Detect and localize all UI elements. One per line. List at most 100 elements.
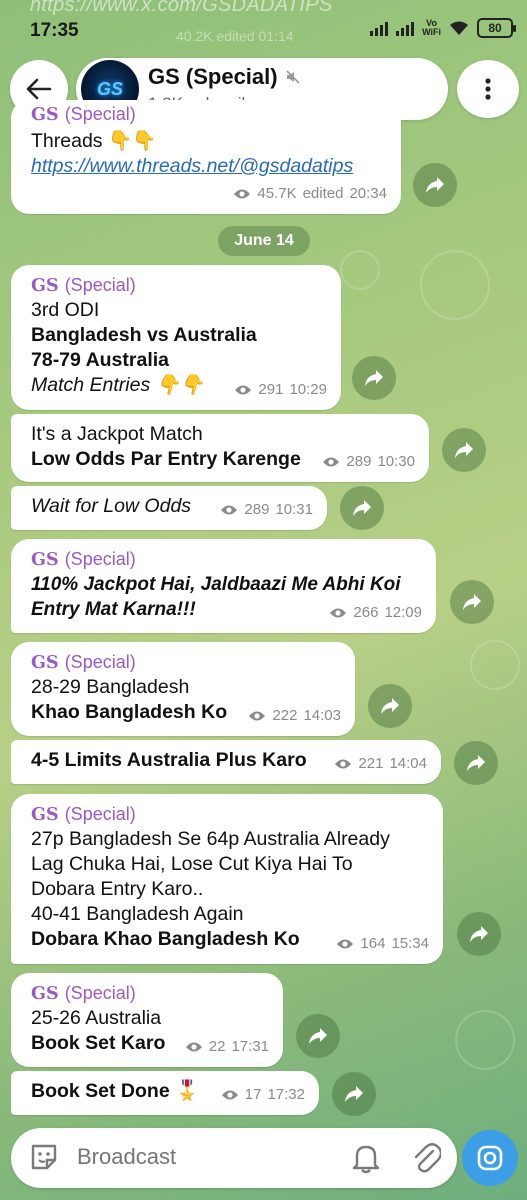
message-text: 25-26 Australia [31,1007,162,1029]
message-sender: GS (Special) [31,549,136,570]
message-time: 15:34 [391,935,429,952]
message-text: Dobara Entry Karo.. [31,878,204,900]
scrolled-link-preview: https://www.x.com/GSDADATIPS [30,0,333,16]
message-meta: 222 14:03 [248,703,341,728]
message-bubble[interactable]: Book Set Done 🎖️ 17 17:32 [11,1071,319,1115]
view-count: 17 [244,1086,262,1103]
share-arrow-icon [467,755,485,771]
wallpaper-doodle [455,1010,515,1070]
forward-button[interactable] [332,1072,376,1116]
speaker-muted-icon [286,70,300,84]
message-text: Threads 👇👇 [31,130,157,152]
view-count: 291 [258,381,284,398]
message-text: Lag Chuka Hai, Lose Cut Kiya Hai To [31,853,353,875]
eye-icon [323,457,340,466]
message-text: 110% Jackpot Hai, Jaldbaazi Me Abhi Koi [31,574,401,595]
vowifi-label: Vo WiFi [422,18,441,37]
message-bubble[interactable]: 4-5 Limits Australia Plus Karo 221 14:04 [11,740,441,784]
wallpaper-doodle [420,250,490,320]
forward-button[interactable] [413,163,457,207]
forward-button[interactable] [442,428,486,472]
sticker-icon[interactable] [29,1142,59,1172]
message-bubble[interactable]: It's a Jackpot Match Low Odds Par Entry … [11,414,429,482]
view-count: 289 [244,501,270,518]
message-time: 20:34 [349,185,387,202]
wallpaper-doodle [340,250,380,290]
broadcast-input[interactable] [77,1144,327,1170]
message-meta: 22 17:31 [185,1034,269,1059]
view-count: 45.7K [257,185,297,202]
share-arrow-icon [455,442,473,458]
message-meta: 221 14:04 [334,751,427,776]
eye-icon [185,1042,202,1051]
message-meta: 266 12:09 [329,600,422,625]
forward-button[interactable] [340,486,384,530]
more-options-button[interactable] [457,60,519,118]
message-bubble[interactable]: GS (Special) 110% Jackpot Hai, Jaldbaazi… [11,539,436,633]
forward-button[interactable] [457,912,501,956]
eye-icon [235,385,252,394]
signal-icon [396,20,415,36]
share-arrow-icon [470,926,488,942]
view-count: 22 [208,1038,226,1055]
message-bubble[interactable]: GS (Special) Threads 👇👇 https://www.thre… [11,100,401,214]
message-time: 17:31 [231,1038,269,1055]
message-meta: 45.7K edited 20:34 [233,181,387,206]
camera-icon [477,1145,503,1171]
eye-icon [337,939,354,948]
paperclip-icon[interactable] [411,1141,441,1175]
view-count: 164 [360,935,386,952]
message-bubble[interactable]: GS (Special) 27p Bangladesh Se 64p Austr… [11,794,443,964]
view-count: 221 [358,755,384,772]
camera-button[interactable] [462,1130,518,1186]
message-text: 40-41 Bangladesh Again [31,903,244,925]
signal-icon [370,20,389,36]
forward-button[interactable] [450,580,494,624]
message-text: It's a Jackpot Match [31,423,203,445]
message-text: 78-79 Australia [31,349,170,371]
message-bubble[interactable]: GS (Special) 28-29 Bangladesh Khao Bangl… [11,642,355,736]
view-count: 222 [272,707,298,724]
message-meta: 289 10:31 [220,497,313,522]
message-time: 10:29 [289,381,327,398]
message-sender: GS (Special) [31,104,136,125]
date-separator: June 14 [218,226,310,256]
status-icons: Vo WiFi 80 [370,18,516,38]
share-arrow-icon [381,698,399,714]
wifi-icon [450,21,468,35]
message-text: 3rd ODI [31,299,100,321]
share-arrow-icon [463,594,481,610]
eye-icon [221,1090,238,1099]
message-link[interactable]: https://www.threads.net/@gsdadatips [31,154,387,179]
forward-button[interactable] [352,356,396,400]
message-meta: 164 15:34 [336,931,429,956]
forward-button[interactable] [454,741,498,785]
message-time: 12:09 [384,604,422,621]
message-time: 10:31 [275,501,313,518]
share-arrow-icon [345,1086,363,1102]
clock: 17:35 [30,20,79,41]
eye-icon [335,759,352,768]
view-count: 266 [353,604,379,621]
share-arrow-icon [426,177,444,193]
message-text: 28-29 Bangladesh [31,676,190,698]
message-time: 14:04 [389,755,427,772]
bell-icon[interactable] [351,1142,381,1174]
eye-icon [330,608,347,617]
eye-icon [249,711,266,720]
message-bubble[interactable]: GS (Special) 25-26 Australia Book Set Ka… [11,973,283,1067]
message-time: 10:30 [377,453,415,470]
forward-button[interactable] [296,1014,340,1058]
message-meta: 291 10:29 [234,377,327,402]
channel-title: GS (Special) [148,64,300,90]
share-arrow-icon [309,1028,327,1044]
message-bubble[interactable]: Wait for Low Odds 289 10:31 [11,486,327,530]
status-bar: https://www.x.com/GSDADATIPS 40.2K edite… [0,0,527,48]
message-text: Bangladesh vs Australia [31,324,257,346]
forward-button[interactable] [368,684,412,728]
message-composer [11,1128,457,1188]
message-bubble[interactable]: GS (Special) 3rd ODI Bangladesh vs Austr… [11,265,341,410]
eye-icon [234,189,251,198]
message-meta: 289 10:30 [322,449,415,474]
edited-label: edited [302,185,344,202]
